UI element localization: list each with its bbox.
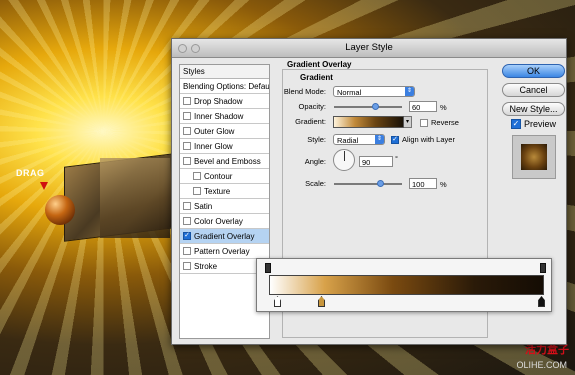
style-item-checkbox[interactable]: [183, 112, 191, 120]
style-item-checkbox[interactable]: [183, 142, 191, 150]
scale-input[interactable]: 100: [409, 178, 437, 189]
style-item-outer-glow[interactable]: Outer Glow: [180, 124, 269, 139]
group-subtitle: Gradient: [300, 73, 333, 82]
opacity-label: Opacity:: [298, 102, 326, 111]
gradient-label: Gradient:: [295, 117, 326, 126]
align-checkbox-row[interactable]: ✓ Align with Layer: [391, 135, 455, 144]
opacity-stop-left[interactable]: [265, 263, 271, 273]
style-item-checkbox[interactable]: [183, 247, 191, 255]
gradient-ramp[interactable]: [269, 275, 544, 295]
style-item-checkbox[interactable]: [183, 97, 191, 105]
angle-input[interactable]: 90: [359, 156, 393, 167]
style-label: Style:: [307, 135, 326, 144]
style-item-label: Color Overlay: [194, 216, 243, 226]
opacity-input[interactable]: 60: [409, 101, 437, 112]
gradient-editor-popup: [256, 258, 552, 312]
angle-unit: °: [395, 154, 398, 163]
scale-label: Scale:: [305, 179, 326, 188]
style-item-pattern-overlay[interactable]: Pattern Overlay: [180, 244, 269, 259]
angle-dial[interactable]: [333, 149, 355, 171]
close-icon[interactable]: [178, 44, 187, 53]
style-item-label: Satin: [194, 201, 213, 211]
style-item-satin[interactable]: Satin: [180, 199, 269, 214]
reverse-checkbox[interactable]: [420, 118, 428, 127]
preview-label: Preview: [524, 119, 557, 129]
blending-options-item[interactable]: Blending Options: Default: [180, 79, 269, 94]
opacity-stop-right[interactable]: [540, 263, 546, 273]
red-pointer-icon: [40, 182, 48, 190]
dialog-titlebar[interactable]: Layer Style: [172, 39, 566, 58]
reverse-checkbox-row[interactable]: Reverse: [420, 118, 459, 127]
scale-slider[interactable]: [334, 180, 402, 187]
style-item-label: Bevel and Emboss: [194, 156, 261, 166]
gradient-preview-swatch[interactable]: [333, 116, 404, 128]
style-item-checkbox[interactable]: [183, 217, 191, 225]
scale-unit: %: [440, 180, 447, 189]
style-item-label: Drop Shadow: [194, 96, 243, 106]
minimize-icon[interactable]: [191, 44, 200, 53]
panel-title: Gradient Overlay: [287, 60, 352, 69]
style-item-gradient-overlay[interactable]: ✓ Gradient Overlay: [180, 229, 269, 244]
style-item-label: Inner Glow: [194, 141, 233, 151]
style-value: Radial: [337, 136, 359, 145]
drag-label: DRAG: [16, 168, 45, 178]
style-item-checkbox[interactable]: [183, 157, 191, 165]
blend-mode-label: Blend Mode:: [283, 87, 326, 96]
style-item-color-overlay[interactable]: Color Overlay: [180, 214, 269, 229]
watermark-url: OLIHE.COM: [516, 360, 567, 370]
gradient-dropdown-arrow-icon[interactable]: ▾: [404, 116, 412, 128]
style-item-checkbox[interactable]: ✓: [183, 232, 191, 240]
style-item-label: Gradient Overlay: [194, 231, 255, 241]
preview-thumbnail: [512, 135, 556, 179]
style-item-checkbox[interactable]: [193, 172, 201, 180]
color-stop-gold[interactable]: [318, 296, 325, 307]
preview-checkbox-row[interactable]: ✓ Preview: [511, 119, 556, 129]
style-item-label: Inner Shadow: [194, 111, 244, 121]
style-item-texture[interactable]: Texture: [180, 184, 269, 199]
blend-mode-value: Normal: [337, 88, 362, 97]
align-label: Align with Layer: [402, 135, 455, 144]
ok-button[interactable]: OK: [502, 64, 565, 78]
angle-dial-needle: [344, 151, 345, 161]
cancel-button[interactable]: Cancel: [502, 83, 565, 97]
style-item-checkbox[interactable]: [183, 127, 191, 135]
blend-mode-select[interactable]: Normal ⇕: [333, 86, 415, 97]
dialog-title: Layer Style: [345, 42, 393, 53]
style-item-bevel-and-emboss[interactable]: Bevel and Emboss: [180, 154, 269, 169]
style-item-inner-glow[interactable]: Inner Glow: [180, 139, 269, 154]
canvas-artwork: DRAG: [0, 0, 175, 375]
style-item-label: Stroke: [194, 261, 218, 271]
style-item-label: Pattern Overlay: [194, 246, 250, 256]
angle-label: Angle:: [304, 157, 326, 166]
style-item-label: Texture: [204, 186, 231, 196]
opacity-slider[interactable]: [334, 103, 402, 110]
preview-checkbox[interactable]: ✓: [511, 119, 521, 129]
opacity-unit: %: [440, 103, 447, 112]
style-item-checkbox[interactable]: [183, 202, 191, 210]
color-stop-black[interactable]: [538, 296, 545, 307]
style-item-contour[interactable]: Contour: [180, 169, 269, 184]
align-with-layer-checkbox[interactable]: ✓: [391, 135, 399, 144]
new-style-button[interactable]: New Style...: [502, 102, 565, 116]
style-item-label: Outer Glow: [194, 126, 235, 136]
style-select[interactable]: Radial ⇕: [333, 134, 385, 145]
effects-list: Drop Shadow Inner Shadow Outer Glow Inner G…: [180, 94, 269, 274]
preview-swatch: [521, 144, 547, 170]
drag-sphere[interactable]: [45, 195, 75, 225]
style-item-inner-shadow[interactable]: Inner Shadow: [180, 109, 269, 124]
updown-arrow-icon: ⇕: [405, 87, 414, 96]
styles-header[interactable]: Styles: [180, 65, 269, 79]
style-item-checkbox[interactable]: [193, 187, 201, 195]
opacity-slider-knob[interactable]: [371, 103, 379, 110]
color-stop-white[interactable]: [274, 296, 281, 307]
scale-slider-knob[interactable]: [376, 180, 384, 187]
updown-arrow-icon: ⇕: [375, 135, 384, 144]
reverse-label: Reverse: [431, 118, 459, 127]
style-item-checkbox[interactable]: [183, 262, 191, 270]
stone-letter-face: [100, 158, 170, 238]
style-item-label: Contour: [204, 171, 233, 181]
style-item-drop-shadow[interactable]: Drop Shadow: [180, 94, 269, 109]
